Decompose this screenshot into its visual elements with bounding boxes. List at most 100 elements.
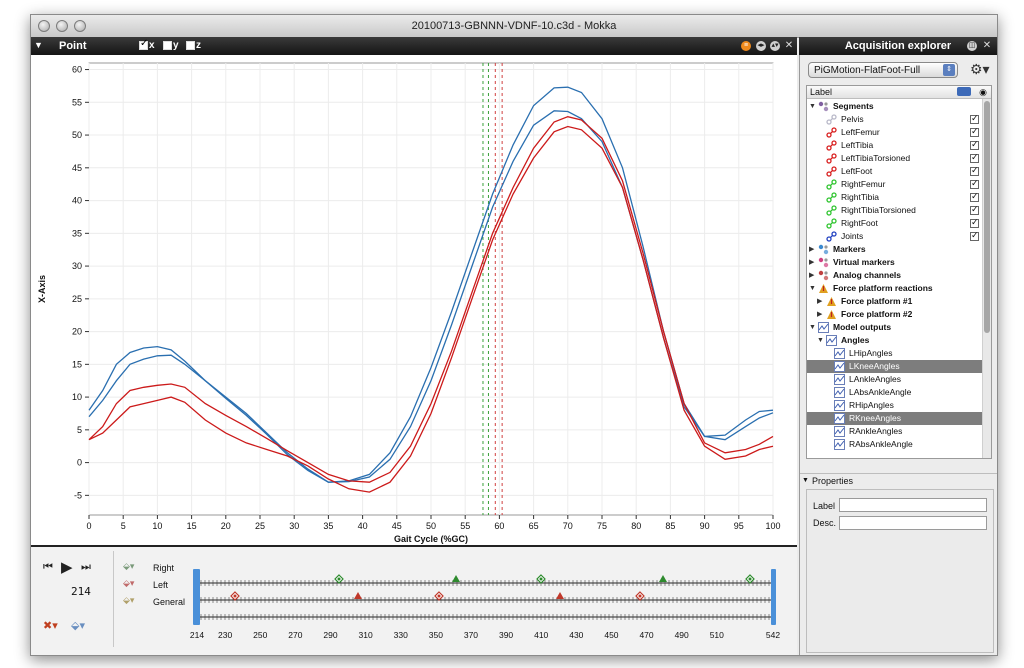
- x-tick-label: 15: [187, 521, 197, 531]
- tree-item[interactable]: LAbsAnkleAngle: [807, 386, 983, 399]
- x-tick-label: 40: [358, 521, 368, 531]
- visibility-checkbox[interactable]: [970, 203, 979, 216]
- frame-tick-label: 330: [394, 630, 408, 640]
- close-panel-icon[interactable]: ✕: [784, 41, 794, 51]
- expand-arrow-icon[interactable]: ▶: [809, 256, 814, 269]
- x-tick-label: 70: [563, 521, 573, 531]
- tree-item[interactable]: ▶ Analog channels: [807, 269, 983, 282]
- tree-item[interactable]: LeftFemur: [807, 125, 983, 139]
- tree-item[interactable]: LeftTibia: [807, 138, 983, 152]
- component-z-label: z: [196, 40, 201, 51]
- collapse-arrow-icon[interactable]: ▼: [817, 334, 824, 347]
- chart-area[interactable]: 0 5 10 15 20 25 30 35 40 45 50 55 60 65 70 75 80 85 90 95 10…: [31, 55, 797, 547]
- x-tick-label: 0: [86, 521, 91, 531]
- visibility-eye-icon[interactable]: ◉: [979, 86, 987, 98]
- frame-tick-label: 270: [288, 630, 302, 640]
- visibility-checkbox[interactable]: [970, 112, 979, 125]
- timeline-ruler[interactable]: 214 230 250 270 290 310 330 350 370 390 410 430 450 4…: [31, 547, 797, 655]
- tree-item[interactable]: RightFoot: [807, 216, 983, 230]
- tree-item[interactable]: RAbsAnkleAngle: [807, 438, 983, 451]
- link-icon[interactable]: [957, 87, 971, 96]
- expand-arrow-icon[interactable]: ▶: [809, 269, 814, 282]
- tree-item[interactable]: ▶ Force platform #1: [807, 295, 983, 308]
- tree-item[interactable]: RHipAngles: [807, 399, 983, 412]
- tree-item[interactable]: Joints: [807, 229, 983, 243]
- tree-item-label: RAbsAnkleAngle: [849, 439, 913, 449]
- tree-item[interactable]: RightTibia: [807, 190, 983, 204]
- expand-arrow-icon[interactable]: ▶: [809, 243, 814, 256]
- tree-item[interactable]: LeftTibiaTorsioned: [807, 151, 983, 165]
- force-icon: [826, 309, 837, 320]
- event-triangle-icon[interactable]: [556, 592, 564, 599]
- expand-arrow-icon[interactable]: ▶: [817, 295, 822, 308]
- visibility-checkbox[interactable]: [970, 151, 979, 164]
- y-tick-label: 20: [72, 327, 82, 337]
- close-explorer-icon[interactable]: ✕: [982, 41, 992, 51]
- event-triangle-icon[interactable]: [452, 575, 460, 582]
- label-input[interactable]: [839, 498, 987, 512]
- expand-arrow-icon[interactable]: ▶: [817, 308, 822, 321]
- visibility-checkbox[interactable]: [970, 190, 979, 203]
- event-triangle-icon[interactable]: [659, 575, 667, 582]
- segment-red-icon: [826, 153, 837, 164]
- tree-item-label: LeftFemur: [841, 127, 880, 137]
- tree-item[interactable]: RightFemur: [807, 177, 983, 191]
- tree-item[interactable]: RAnkleAngles: [807, 425, 983, 438]
- visibility-checkbox[interactable]: [970, 216, 979, 229]
- float-panel-icon[interactable]: ◫: [967, 41, 977, 51]
- tree-item[interactable]: LHipAngles: [807, 347, 983, 360]
- tree-item[interactable]: ▼ Segments: [807, 100, 983, 113]
- model-combobox[interactable]: PiGMotion-FlatFoot-Full ⇕: [808, 62, 958, 78]
- collapse-arrow-icon[interactable]: ▼: [809, 100, 816, 113]
- component-y-checkbox[interactable]: [163, 41, 172, 50]
- collapse-arrow-icon[interactable]: ▼: [809, 321, 816, 334]
- component-x-checkbox[interactable]: [139, 38, 148, 50]
- explorer-tree[interactable]: Label ◉ ▼ Segments Pelvis LeftFemur LeftTibi…: [806, 85, 992, 459]
- analog-icon: [818, 270, 829, 281]
- visibility-checkbox[interactable]: [970, 164, 979, 177]
- x-tick-label: 5: [121, 521, 126, 531]
- split-vertical-icon[interactable]: ▴▾: [770, 41, 780, 51]
- visibility-checkbox[interactable]: [970, 229, 979, 242]
- tree-item[interactable]: ▼ Angles: [807, 334, 983, 347]
- tree-item[interactable]: ▶ Markers: [807, 243, 983, 256]
- force-icon: [826, 296, 837, 307]
- tree-item[interactable]: ▼ Model outputs: [807, 321, 983, 334]
- tree-item[interactable]: LKneeAngles: [807, 360, 983, 373]
- frame-tick-label: 290: [323, 630, 337, 640]
- angle-icon: [834, 374, 845, 385]
- angle-icon: [834, 426, 845, 437]
- desc-input[interactable]: [839, 516, 987, 530]
- split-horizontal-icon[interactable]: ◂▸: [756, 41, 766, 51]
- properties-collapse-icon[interactable]: ▼: [802, 474, 809, 488]
- tree-item-label: RightTibia: [841, 192, 879, 202]
- visibility-checkbox[interactable]: [970, 177, 979, 190]
- visibility-checkbox[interactable]: [970, 138, 979, 151]
- range-start-handle[interactable]: [193, 569, 200, 625]
- tree-item-label: LeftTibiaTorsioned: [841, 153, 911, 163]
- tree-scrollbar-thumb[interactable]: [984, 101, 990, 333]
- event-diamond-dot: [233, 594, 237, 598]
- range-end-handle[interactable]: [771, 569, 776, 625]
- tree-item[interactable]: LeftFoot: [807, 164, 983, 178]
- visibility-checkbox[interactable]: [970, 125, 979, 138]
- gear-icon[interactable]: ⚙▾: [970, 61, 990, 78]
- panel-menu-icon[interactable]: ▼: [34, 40, 43, 50]
- tree-item[interactable]: ▶ Force platform #2: [807, 308, 983, 321]
- frame-tick-label: 214: [190, 630, 204, 640]
- properties-header[interactable]: ▼ Properties: [800, 473, 997, 488]
- tree-item[interactable]: Pelvis: [807, 112, 983, 126]
- x-tick-label: 95: [734, 521, 744, 531]
- component-z-checkbox[interactable]: [186, 41, 195, 50]
- tree-item[interactable]: RKneeAngles: [807, 412, 983, 425]
- collapse-arrow-icon[interactable]: ▼: [809, 282, 816, 295]
- line-chart[interactable]: 0 5 10 15 20 25 30 35 40 45 50 55 60 65 70 75 80 85 90 95 10…: [31, 55, 797, 545]
- tree-item[interactable]: ▶ Virtual markers: [807, 256, 983, 269]
- tree-item[interactable]: RightTibiaTorsioned: [807, 203, 983, 217]
- tree-item[interactable]: ▼ Force platform reactions: [807, 282, 983, 295]
- tree-scrollbar[interactable]: [982, 99, 991, 458]
- plot-options-icon[interactable]: ≡: [741, 41, 751, 51]
- tree-item[interactable]: LAnkleAngles: [807, 373, 983, 386]
- event-triangle-icon[interactable]: [354, 592, 362, 599]
- tree-item-label: Segments: [833, 101, 874, 111]
